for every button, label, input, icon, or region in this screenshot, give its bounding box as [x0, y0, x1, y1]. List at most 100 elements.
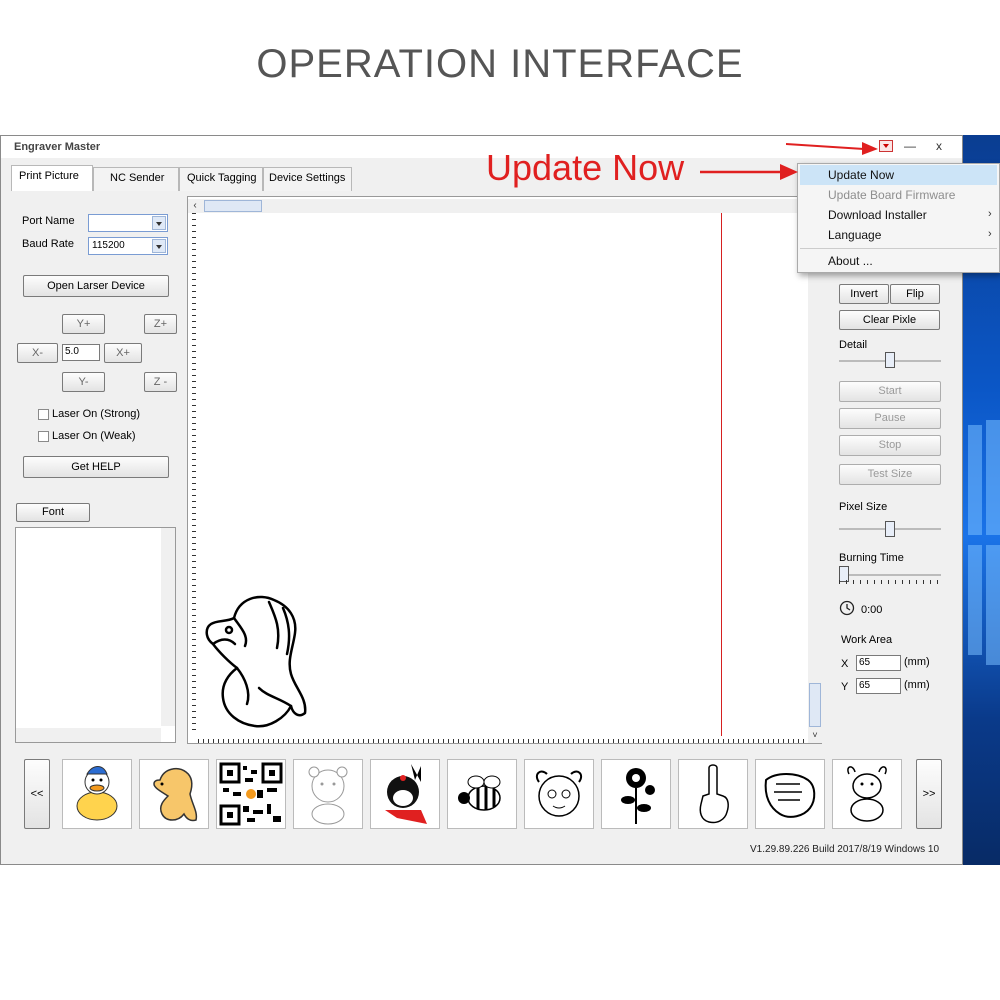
laser-strong-checkbox[interactable] — [38, 409, 49, 420]
thumbnail-horse[interactable] — [139, 759, 209, 829]
sheep-icon — [535, 770, 583, 817]
close-button[interactable]: x — [926, 137, 952, 155]
chevron-right-icon: › — [988, 228, 992, 240]
pixel-size-slider-thumb[interactable] — [885, 521, 895, 537]
work-area-x-input[interactable]: 65 — [856, 655, 901, 671]
test-size-button[interactable]: Test Size — [839, 464, 941, 485]
canvas-vertical-scrollbar[interactable]: ˅ — [808, 215, 822, 743]
annotation-arrow-icon — [700, 164, 798, 180]
menu-separator — [800, 248, 997, 249]
page-title: OPERATION INTERFACE — [256, 42, 744, 86]
invert-button[interactable]: Invert — [839, 284, 889, 304]
work-area-label: Work Area — [841, 634, 893, 646]
horse-icon — [153, 767, 198, 822]
top-scrollbar[interactable]: ‹ — [188, 199, 822, 213]
menu-item-update-now[interactable]: Update Now — [828, 168, 894, 182]
pause-button[interactable]: Pause — [839, 408, 941, 429]
chevron-left-icon[interactable]: ‹ — [189, 200, 201, 212]
fist-icon — [764, 773, 816, 818]
prev-thumbnails-button[interactable]: << — [24, 759, 50, 829]
thumbnail-hand[interactable] — [678, 759, 748, 829]
thumbnail-rose[interactable] — [601, 759, 671, 829]
z-minus-button[interactable]: Z - — [144, 372, 177, 392]
chevron-down-icon — [152, 216, 166, 230]
menu-item-download-installer[interactable]: Download Installer — [828, 208, 927, 222]
work-area-y-unit: (mm) — [904, 679, 930, 691]
thumbnail-girl-bunny[interactable] — [370, 759, 440, 829]
horizontal-ruler — [198, 733, 808, 743]
menu-dropdown-icon[interactable] — [879, 140, 893, 152]
menu-item-language[interactable]: Language — [828, 228, 881, 242]
menu-item-about[interactable]: About ... — [828, 254, 873, 268]
clear-pixel-button[interactable]: Clear Pixle — [839, 310, 940, 330]
detail-slider-thumb[interactable] — [885, 352, 895, 368]
font-button[interactable]: Font — [16, 503, 90, 522]
tab-quick-tagging[interactable]: Quick Tagging — [179, 167, 263, 191]
girl-bunny-icon — [385, 764, 427, 824]
detail-label: Detail — [839, 339, 868, 351]
vertical-ruler — [188, 213, 196, 733]
next-thumbnails-button[interactable]: >> — [916, 759, 942, 829]
port-name-select[interactable] — [88, 214, 168, 232]
thumbnail-fist[interactable] — [755, 759, 825, 829]
open-device-button[interactable]: Open Larser Device — [23, 275, 169, 297]
horizontal-scrollbar[interactable] — [16, 728, 161, 742]
z-plus-button[interactable]: Z+ — [144, 314, 177, 334]
work-area-y-input[interactable]: 65 — [856, 678, 901, 694]
thumbnail-duck[interactable] — [62, 759, 132, 829]
horse-picture[interactable] — [199, 588, 314, 728]
burning-time-ticks — [839, 580, 941, 584]
tab-nc-sender[interactable]: NC Sender — [93, 167, 179, 191]
tab-print-picture[interactable]: Print Picture — [11, 165, 93, 191]
baud-rate-label: Baud Rate — [22, 238, 74, 250]
text-input-area[interactable] — [15, 527, 176, 743]
work-area-x-unit: (mm) — [904, 656, 930, 668]
work-area-x-label: X — [841, 658, 849, 670]
chevron-right-icon: › — [988, 208, 992, 220]
burning-time-slider-track[interactable] — [839, 574, 941, 576]
scroll-thumb[interactable] — [204, 200, 262, 212]
laser-weak-checkbox[interactable] — [38, 431, 49, 442]
burning-time-label: Burning Time — [839, 552, 904, 564]
chevron-down-icon[interactable]: ˅ — [809, 729, 821, 741]
annotation-arrow-icon — [786, 142, 878, 155]
minimize-button[interactable]: — — [897, 137, 923, 155]
tab-device-settings[interactable]: Device Settings — [263, 167, 352, 191]
y-minus-button[interactable]: Y- — [62, 372, 105, 392]
boundary-line — [721, 213, 722, 736]
bee-icon — [458, 775, 501, 811]
pixel-size-label: Pixel Size — [839, 501, 888, 513]
baud-rate-select[interactable]: 115200 — [88, 237, 168, 255]
x-plus-button[interactable]: X+ — [104, 343, 142, 363]
thumbnail-qr-code[interactable] — [216, 759, 286, 829]
step-input[interactable]: 5.0 — [62, 344, 100, 361]
work-area-y-label: Y — [841, 681, 849, 693]
thumbnail-bee[interactable] — [447, 759, 517, 829]
laser-strong-label: Laser On (Strong) — [52, 408, 141, 420]
update-now-annotation: Update Now — [486, 147, 685, 188]
app-title: Engraver Master — [14, 141, 101, 153]
stop-button[interactable]: Stop — [839, 435, 941, 456]
thumbnail-cow[interactable] — [832, 759, 902, 829]
hand-icon — [699, 764, 729, 824]
port-name-label: Port Name — [22, 215, 75, 227]
menu-item-update-firmware[interactable]: Update Board Firmware — [828, 188, 955, 202]
chevron-down-icon — [152, 239, 166, 253]
duck-icon — [76, 766, 118, 821]
x-minus-button[interactable]: X- — [17, 343, 58, 363]
thumbnail-bear[interactable] — [293, 759, 363, 829]
clock-icon — [839, 600, 855, 616]
qr-code-icon — [219, 762, 283, 826]
rose-icon — [621, 768, 655, 824]
laser-weak-label: Laser On (Weak) — [52, 430, 136, 442]
start-button[interactable]: Start — [839, 381, 941, 402]
bear-icon — [308, 766, 348, 825]
scroll-thumb[interactable] — [809, 683, 821, 727]
thumbnail-sheep[interactable] — [524, 759, 594, 829]
get-help-button[interactable]: Get HELP — [23, 456, 169, 478]
baud-rate-value: 115200 — [92, 240, 125, 251]
vertical-scrollbar[interactable] — [161, 528, 175, 726]
flip-button[interactable]: Flip — [890, 284, 940, 304]
y-plus-button[interactable]: Y+ — [62, 314, 105, 334]
version-status: V1.29.89.226 Build 2017/8/19 Windows 10 — [750, 844, 940, 855]
